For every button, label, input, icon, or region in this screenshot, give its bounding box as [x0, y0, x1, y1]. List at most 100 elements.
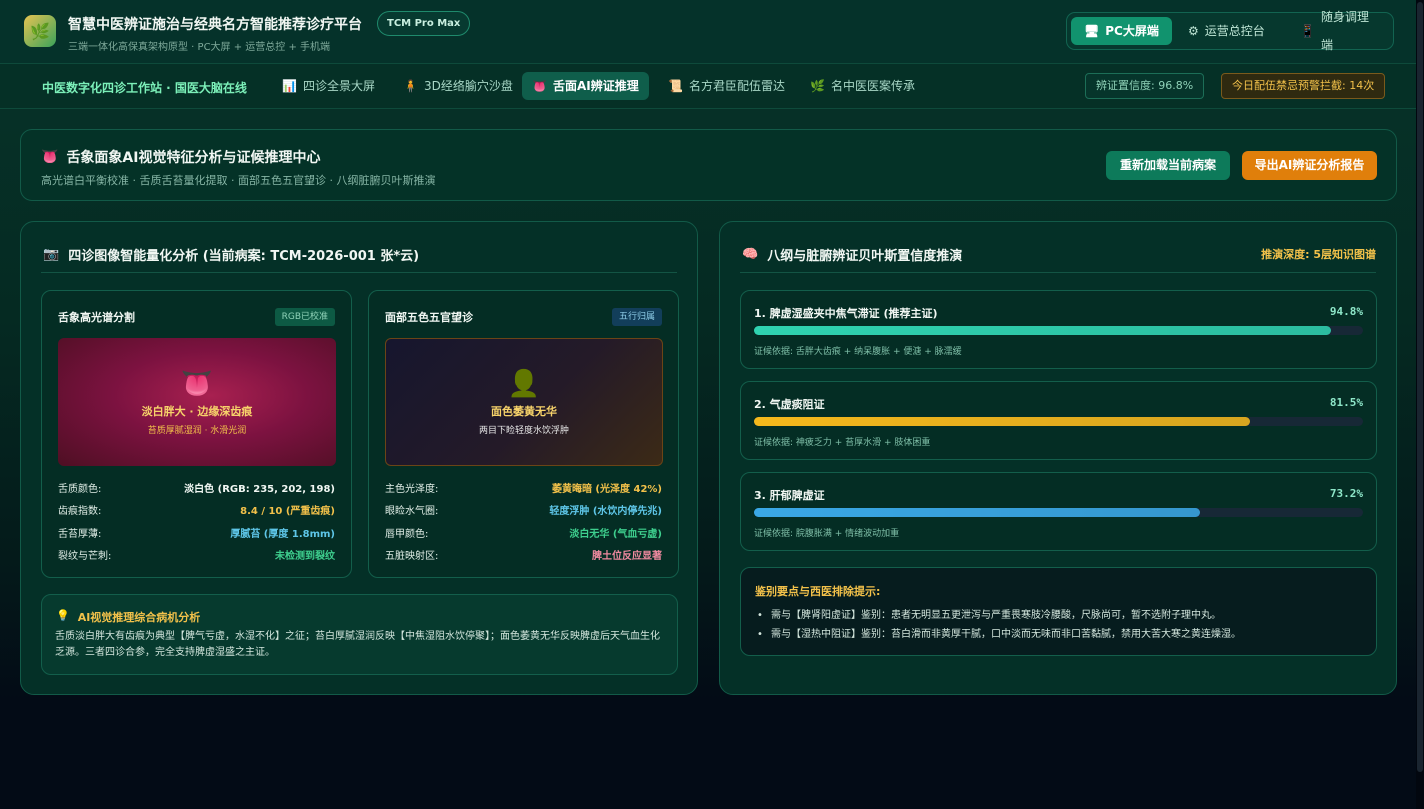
ai-insight-box: 💡 AI视觉推理综合病机分析 舌质淡白胖大有齿痕为典型【脾气亏虚，水湿不化】之征… — [41, 594, 678, 675]
syndrome-name: 1. 脾虚湿盛夹中焦气滞证 (推荐主证) — [754, 307, 938, 320]
mode-pc-button[interactable]: 🖥 PC大屏端 — [1071, 17, 1172, 45]
confidence-bar — [754, 508, 1363, 517]
tongue-icon: 👅 — [532, 79, 547, 93]
metric-label: 眼睑水气圈: — [385, 506, 439, 517]
syndrome-name: 2. 气虚痰阻证 — [754, 398, 825, 411]
warning-badge: 今日配伍禁忌预警拦截: 14次 — [1221, 73, 1386, 99]
metric-value: 萎黄晦暗 (光泽度 42%) — [551, 484, 662, 495]
status-badge: RGB已校准 — [274, 308, 335, 326]
face-image[interactable]: 👤 面色萎黄无华 两目下睑轻度水饮浮肿 — [385, 338, 663, 466]
tab-label: 名方君臣配伍雷达 — [688, 79, 785, 93]
metric-label: 主色光泽度: — [385, 484, 439, 495]
syndrome-basis: 证候依据: 脘腹胀满 + 情绪波动加重 — [754, 529, 900, 539]
image-subcaption: 两目下睑轻度水饮浮肿 — [478, 425, 569, 436]
syndrome-card[interactable]: 1. 脾虚湿盛夹中焦气滞证 (推荐主证) 94.8% 证候依据: 舌胖大齿痕 +… — [740, 290, 1377, 369]
image-subcaption: 苔质厚腻湿润 · 水滑光润 — [147, 425, 247, 436]
gear-icon: ⚙ — [1188, 24, 1199, 38]
reload-case-button[interactable]: 重新加载当前病案 — [1106, 151, 1230, 180]
leaf-icon: 🌿 — [810, 79, 825, 93]
face-card: 面部五色五官望诊 五行归属 👤 面色萎黄无华 两目下睑轻度水饮浮肿 主色光泽度:… — [368, 290, 679, 578]
mode-label: 随身调理端 — [1320, 10, 1369, 52]
tongue-icon: 👅 — [41, 149, 59, 165]
phone-icon: 📱 — [1300, 24, 1315, 38]
image-caption: 淡白胖大 · 边缘深齿痕 — [141, 404, 253, 418]
module-header: 👅 舌象面象AI视觉特征分析与证候推理中心 高光谱白平衡校准 · 舌质舌苔量化提… — [20, 129, 1397, 201]
tab-label: 舌面AI辨证推理 — [552, 79, 639, 93]
metric-row: 主色光泽度: 萎黄晦暗 (光泽度 42%) — [385, 480, 662, 496]
top-bar: 🌿 智慧中医辨证施治与经典名方智能推荐诊疗平台 TCM Pro Max 三端一体… — [0, 0, 1416, 64]
nav-bar: 中医数字化四诊工作站 · 国医大脑在线 📊 四诊全景大屏 🧍 3D经络腧穴沙盘 👅 舌… — [0, 64, 1416, 109]
syndrome-inference-panel: 🧠 八纲与脏腑辨证贝叶斯置信度推演 推演深度: 5层知识图谱 1. 脾虚湿盛夹中… — [719, 221, 1397, 695]
metric-row: 裂纹与芒刺: 未检测到裂纹 — [58, 547, 335, 563]
tongue-card: 舌象高光谱分割 RGB已校准 👅 淡白胖大 · 边缘深齿痕 苔质厚腻湿润 · 水… — [41, 290, 352, 578]
insight-body: 舌质淡白胖大有齿痕为典型【脾气亏虚，水湿不化】之征；苔白厚腻湿润反映【中焦湿阻水… — [55, 631, 660, 658]
metric-row: 五脏映射区: 脾土位反应显著 — [385, 547, 662, 563]
app-logo: 🌿 — [24, 15, 56, 47]
tab-label: 名中医医案传承 — [830, 79, 915, 93]
tab-meridian[interactable]: 🧍 3D经络腧穴沙盘 — [393, 72, 523, 100]
metric-value: 未检测到裂纹 — [275, 551, 335, 562]
export-report-button[interactable]: 导出AI辨证分析报告 — [1242, 151, 1377, 180]
confidence-badge: 辨证置信度: 96.8% — [1085, 73, 1205, 99]
insight-title: 💡 AI视觉推理综合病机分析 — [56, 609, 200, 625]
syndrome-card[interactable]: 2. 气虚痰阻证 81.5% 证候依据: 神疲乏力 + 苔厚水滑 + 肢体困重 — [740, 381, 1377, 460]
metric-label: 舌苔厚薄: — [58, 529, 102, 540]
image-analysis-panel: 📷 四诊图像智能量化分析 (当前病案: TCM-2026-001 张*云) 舌象… — [20, 221, 698, 695]
syndrome-basis: 证候依据: 舌胖大齿痕 + 纳呆腹胀 + 便溏 + 脉濡缓 — [754, 347, 962, 357]
metric-value: 脾土位反应显著 — [592, 551, 662, 562]
metric-value: 厚腻苔 (厚度 1.8mm) — [230, 529, 335, 540]
card-title: 面部五色五官望诊 — [385, 311, 473, 324]
panel-header: 🧠 八纲与脏腑辨证贝叶斯置信度推演 推演深度: 5层知识图谱 — [740, 243, 1376, 273]
scroll-icon: 📜 — [668, 79, 683, 93]
person-icon: 🧍 — [403, 79, 418, 93]
camera-icon: 📷 — [43, 247, 60, 262]
confidence-bar-fill — [754, 417, 1251, 426]
app-subtitle: 三端一体化高保真架构原型 · PC大屏 + 运营总控 + 手机端 — [68, 42, 331, 53]
tab-case-heritage[interactable]: 🌿 名中医医案传承 — [800, 72, 925, 100]
syndrome-basis: 证候依据: 神疲乏力 + 苔厚水滑 + 肢体困重 — [754, 438, 931, 448]
panel-title: 📷 四诊图像智能量化分析 (当前病案: TCM-2026-001 张*云) — [43, 245, 419, 264]
module-title: 👅 舌象面象AI视觉特征分析与证候推理中心 — [41, 147, 320, 167]
metric-label: 舌质颜色: — [58, 484, 102, 495]
tab-label: 3D经络腧穴沙盘 — [423, 79, 513, 93]
metric-value: 淡白色 (RGB: 235, 202, 198) — [184, 484, 335, 495]
edition-badge: TCM Pro Max — [377, 11, 471, 36]
metric-label: 齿痕指数: — [58, 506, 102, 517]
face-icon: 👤 — [507, 368, 541, 399]
syndrome-card[interactable]: 3. 肝郁脾虚证 73.2% 证候依据: 脘腹胀满 + 情绪波动加重 — [740, 472, 1377, 551]
tab-label: 四诊全景大屏 — [302, 79, 375, 93]
lightbulb-icon: 💡 — [56, 609, 70, 622]
brain-icon: 🧠 — [742, 247, 759, 262]
panel-title: 🧠 八纲与脏腑辨证贝叶斯置信度推演 — [742, 245, 962, 264]
metric-row: 眼睑水气圈: 轻度浮肿 (水饮内停先兆) — [385, 502, 662, 518]
card-title: 舌象高光谱分割 — [58, 311, 135, 324]
list-item: 需与【湿热中阻证】鉴别：苔白滑而非黄厚干腻，口中淡而无味而非口苦黏腻，禁用大苦大… — [757, 625, 1367, 644]
tab-tongue-ai[interactable]: 👅 舌面AI辨证推理 — [522, 72, 649, 100]
inference-depth: 推演深度: 5层知识图谱 — [1261, 248, 1376, 261]
mode-ops-button[interactable]: ⚙ 运营总控台 — [1175, 17, 1278, 45]
app-title: 智慧中医辨证施治与经典名方智能推荐诊疗平台 — [68, 17, 362, 33]
leaf-icon: 🌿 — [30, 21, 50, 41]
tab-overview[interactable]: 📊 四诊全景大屏 — [272, 72, 385, 100]
metric-label: 五脏映射区: — [385, 551, 439, 562]
differential-box: 鉴别要点与西医排除提示: 需与【脾肾阳虚证】鉴别：患者无明显五更泄泻与严重畏寒肢… — [740, 567, 1377, 656]
metric-label: 唇甲颜色: — [385, 529, 429, 540]
confidence-bar-fill — [754, 326, 1332, 335]
syndrome-confidence: 81.5% — [1329, 396, 1363, 409]
vertical-scrollbar[interactable] — [1416, 0, 1424, 809]
confidence-bar — [754, 326, 1363, 335]
status-badge: 五行归属 — [611, 308, 662, 326]
metric-value: 轻度浮肿 (水饮内停先兆) — [549, 506, 662, 517]
mode-label: PC大屏端 — [1105, 24, 1159, 38]
module-subtitle: 高光谱白平衡校准 · 舌质舌苔量化提取 · 面部五色五官望诊 · 八纲脏腑贝叶斯… — [41, 174, 436, 187]
mode-label: 运营总控台 — [1204, 24, 1265, 38]
mode-mobile-button[interactable]: 📱 随身调理端 — [1287, 10, 1393, 52]
metric-row: 齿痕指数: 8.4 / 10 (严重齿痕) — [58, 502, 335, 518]
tongue-image[interactable]: 👅 淡白胖大 · 边缘深齿痕 苔质厚腻湿润 · 水滑光润 — [58, 338, 336, 466]
differential-title: 鉴别要点与西医排除提示: — [755, 585, 881, 598]
scrollbar-thumb[interactable] — [1417, 2, 1423, 772]
metric-value: 淡白无华 (气血亏虚) — [569, 529, 662, 540]
confidence-bar — [754, 417, 1363, 426]
image-caption: 面色萎黄无华 — [491, 404, 557, 418]
tab-formula-radar[interactable]: 📜 名方君臣配伍雷达 — [658, 72, 795, 100]
